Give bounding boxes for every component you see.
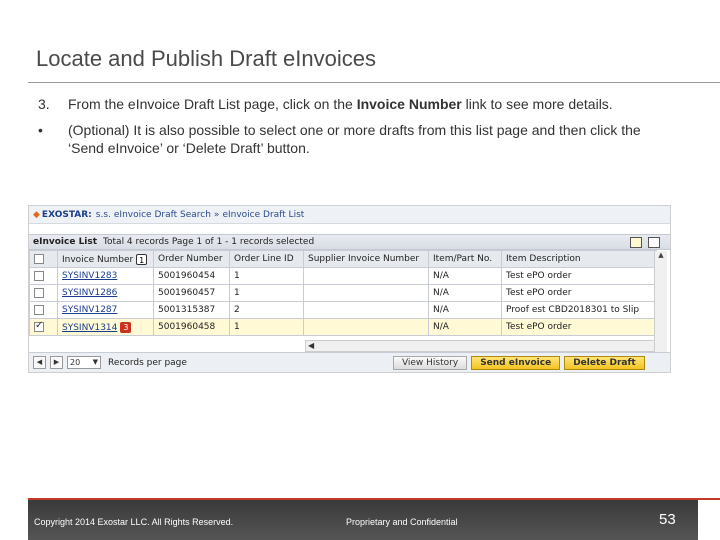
breadcrumb-item-draft-search[interactable]: eInvoice Draft Search <box>114 210 211 220</box>
print-icon[interactable] <box>648 236 660 248</box>
step-text-bold: Invoice Number <box>356 96 462 112</box>
instruction-step-3: 3. From the eInvoice Draft List page, cl… <box>38 95 678 113</box>
invoice-number-link[interactable]: SYSINV1314 <box>62 323 117 333</box>
invoice-number-cell: SYSINV1287 <box>57 301 154 319</box>
records-per-page-value: 20 <box>70 358 81 367</box>
footer-proprietary: Proprietary and Confidential <box>346 517 458 527</box>
item-part-cell: N/A <box>428 267 502 285</box>
order-number-cell: 5001315387 <box>153 301 230 319</box>
invoice-number-link[interactable]: SYSINV1283 <box>62 271 117 281</box>
list-header-label: eInvoice List <box>33 237 98 247</box>
step-text-pre: From the eInvoice Draft List page, click… <box>68 96 357 112</box>
table-header-row: Invoice Number 1 Order Number Order Line … <box>29 250 657 268</box>
item-description-cell: Test ePO order <box>501 284 657 302</box>
records-per-page-label: Records per page <box>108 357 187 368</box>
list-header-summary: Total 4 records Page 1 of 1 - 1 records … <box>103 237 315 247</box>
list-header: eInvoice List Total 4 records Page 1 of … <box>29 234 670 250</box>
row-select-cell <box>29 301 58 319</box>
order-line-cell: 1 <box>229 318 304 336</box>
column-header-item-part-no[interactable]: Item/Part No. <box>428 250 502 268</box>
invoice-number-cell: SYSINV1286 <box>57 284 154 302</box>
order-line-cell: 2 <box>229 301 304 319</box>
chevron-down-icon: ▼ <box>92 358 98 366</box>
select-all-header <box>29 250 58 268</box>
item-part-cell: N/A <box>428 284 502 302</box>
invoice-number-link[interactable]: SYSINV1287 <box>62 305 117 315</box>
item-description-cell: Proof est CBD2018301 to Slip <box>501 301 657 319</box>
diamond-icon: ◆ <box>33 209 40 220</box>
row-select-cell <box>29 318 58 336</box>
breadcrumb: ◆ EXOSTAR: s.s. eInvoice Draft Search » e… <box>29 206 670 224</box>
column-header-order-line-id[interactable]: Order Line ID <box>229 250 304 268</box>
column-header-order-number[interactable]: Order Number <box>153 250 230 268</box>
table-row: SYSINV1283 5001960454 1 N/A Test ePO ord… <box>29 267 657 285</box>
breadcrumb-separator: » <box>213 209 220 220</box>
row-select-cell <box>29 284 58 302</box>
view-history-button[interactable]: View History <box>392 355 468 370</box>
einvoice-table: Invoice Number 1 Order Number Order Line … <box>29 250 657 336</box>
annotation-marker-1: 1 <box>136 253 148 265</box>
item-description-cell: Test ePO order <box>501 267 657 285</box>
supplier-invoice-cell <box>303 301 429 319</box>
row-checkbox-checked[interactable] <box>34 320 44 332</box>
bullet-marker: • <box>38 122 43 138</box>
delete-draft-button[interactable]: Delete Draft <box>564 355 645 370</box>
item-part-cell: N/A <box>428 301 502 319</box>
row-select-cell <box>29 267 58 285</box>
list-header-icons <box>630 236 660 248</box>
table-row: SYSINV1286 5001960457 1 N/A Test ePO ord… <box>29 284 657 302</box>
einvoice-draft-list-screenshot: ◆ EXOSTAR: s.s. eInvoice Draft Search » e… <box>28 205 671 373</box>
step-text-post: link to see more details. <box>461 96 613 112</box>
column-header-label: Invoice Number <box>62 254 134 265</box>
row-checkbox[interactable] <box>34 270 44 281</box>
order-line-cell: 1 <box>229 284 304 302</box>
records-per-page-select[interactable]: 20 ▼ <box>67 356 101 369</box>
breadcrumb-item-draft-list: eInvoice Draft List <box>222 209 305 220</box>
order-number-cell: 5001960458 <box>153 318 230 336</box>
column-header-invoice-number[interactable]: Invoice Number 1 <box>57 250 154 268</box>
title-divider <box>28 82 720 83</box>
step-marker: 3. <box>38 96 50 112</box>
footer-copyright: Copyright 2014 Exostar LLC. All Rights R… <box>34 517 234 527</box>
column-header-supplier-invoice-number[interactable]: Supplier Invoice Number <box>303 250 429 268</box>
send-einvoice-button[interactable]: Send eInvoice <box>471 355 561 370</box>
table-row: SYSINV1287 5001315387 2 N/A Proof est CB… <box>29 301 657 319</box>
instruction-optional: • (Optional) It is also possible to sele… <box>38 121 678 157</box>
row-checkbox[interactable] <box>34 287 44 298</box>
invoice-number-cell: SYSINV1314 3 <box>57 318 154 336</box>
step-text: From the eInvoice Draft List page, click… <box>68 95 678 113</box>
previous-page-icon[interactable]: ◀ <box>33 356 46 369</box>
slide-title: Locate and Publish Draft eInvoices <box>36 46 376 71</box>
page-number: 53 <box>659 511 676 528</box>
order-number-cell: 5001960454 <box>153 267 230 285</box>
export-icon[interactable] <box>630 236 642 248</box>
exostar-logo: ◆ EXOSTAR: <box>33 210 92 220</box>
column-header-item-description[interactable]: Item Description <box>501 250 657 268</box>
logo-text: EXOSTAR: <box>41 209 92 220</box>
row-checkbox[interactable] <box>34 304 44 315</box>
invoice-number-cell: SYSINV1283 <box>57 267 154 285</box>
supplier-invoice-cell <box>303 318 429 336</box>
item-part-cell: N/A <box>428 318 502 336</box>
select-all-checkbox[interactable] <box>34 253 44 264</box>
table-row-selected: SYSINV13143 5001960458 1 N/A Test ePO or… <box>29 318 657 336</box>
invoice-number-link[interactable]: SYSINV1286 <box>62 288 117 298</box>
annotation-marker-3: 3 <box>120 321 132 333</box>
item-description-cell: Test ePO order <box>501 318 657 336</box>
optional-text: (Optional) It is also possible to select… <box>68 122 641 156</box>
vertical-scrollbar[interactable]: ▲ <box>654 251 667 355</box>
breadcrumb-item[interactable]: s.s. <box>96 210 111 220</box>
instruction-list: 3. From the eInvoice Draft List page, cl… <box>38 95 678 165</box>
scroll-left-icon[interactable]: ◀ <box>306 341 314 350</box>
horizontal-scrollbar[interactable]: ◀ <box>305 340 655 352</box>
next-page-icon[interactable]: ▶ <box>50 356 63 369</box>
order-line-cell: 1 <box>229 267 304 285</box>
supplier-invoice-cell <box>303 267 429 285</box>
scroll-up-icon[interactable]: ▲ <box>655 251 667 263</box>
order-number-cell: 5001960457 <box>153 284 230 302</box>
pagination-bar: ◀ ▶ 20 ▼ Records per page View History Se… <box>29 352 670 372</box>
supplier-invoice-cell <box>303 284 429 302</box>
